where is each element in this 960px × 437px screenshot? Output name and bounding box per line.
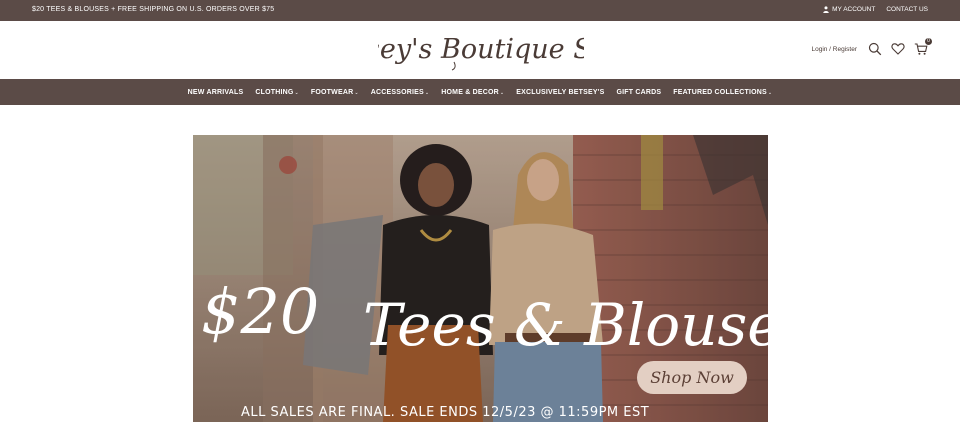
hero-banner[interactable]: $20 Tees & Blouses Shop Now ALL SALES AR… — [193, 135, 768, 422]
nav-item-label: FOOTWEAR — [310, 88, 354, 96]
topbar-links: MY ACCOUNT CONTACT US — [823, 6, 928, 13]
banner-image: $20 Tees & Blouses Shop Now ALL SALES AR… — [193, 135, 768, 422]
shop-now-label: Shop Now — [650, 368, 734, 387]
nav-item-label: NEW ARRIVALS — [187, 88, 244, 96]
shop-now-button[interactable]: Shop Now — [637, 361, 747, 394]
nav-item-label: FEATURED COLLECTIONS — [673, 88, 767, 96]
nav-item-label: HOME & DECOR — [441, 88, 499, 96]
contact-us-link[interactable]: CONTACT US — [886, 6, 928, 13]
nav-item-footwear[interactable]: FOOTWEAR⌄ — [311, 89, 359, 96]
sale-terms-text: ALL SALES ARE FINAL. SALE ENDS 12/5/23 @… — [241, 405, 649, 420]
headline-price: $20 — [201, 275, 319, 348]
site-header: Betsey's Boutique Shop Login / Register … — [0, 21, 960, 79]
nav-item-accessories[interactable]: ACCESSORIES⌄ — [371, 89, 430, 96]
main-navigation: NEW ARRIVALS CLOTHING⌄ FOOTWEAR⌄ ACCESSORIE… — [0, 79, 960, 105]
my-account-label: MY ACCOUNT — [832, 6, 876, 13]
login-register-link[interactable]: Login / Register — [811, 46, 857, 53]
nav-item-label: EXCLUSIVELY BETSEY'S — [516, 88, 605, 96]
chevron-down-icon: ⌄ — [354, 89, 359, 96]
announcement-bar: $20 TEES & BLOUSES + FREE SHIPPING ON U.… — [0, 0, 960, 21]
nav-item-label: ACCESSORIES — [370, 88, 424, 96]
search-icon[interactable] — [868, 42, 882, 56]
nav-item-home-decor[interactable]: HOME & DECOR⌄ — [441, 89, 504, 96]
nav-item-exclusively-betsey-s[interactable]: EXCLUSIVELY BETSEY'S — [516, 89, 604, 96]
chevron-down-icon: ⌄ — [424, 89, 430, 96]
nav-item-label: CLOTHING — [255, 88, 294, 96]
cart-icon[interactable]: 0 — [914, 38, 932, 56]
nav-item-clothing[interactable]: CLOTHING⌄ — [255, 89, 299, 96]
nav-list: NEW ARRIVALS CLOTHING⌄ FOOTWEAR⌄ ACCESSORIE… — [0, 79, 960, 105]
site-logo[interactable]: Betsey's Boutique Shop — [318, 27, 643, 71]
headline-text: Tees & Blouses — [363, 291, 768, 359]
nav-item-featured-collections[interactable]: FEATURED COLLECTIONS⌄ — [673, 89, 772, 96]
wishlist-heart-icon[interactable] — [891, 42, 905, 56]
chevron-down-icon: ⌄ — [499, 89, 505, 96]
my-account-link[interactable]: MY ACCOUNT — [823, 6, 875, 13]
promo-text: $20 TEES & BLOUSES + FREE SHIPPING ON U.… — [32, 6, 275, 13]
header-tools: Login / Register 0 — [811, 38, 932, 56]
cart-count-badge: 0 — [925, 38, 932, 45]
nav-item-new-arrivals[interactable]: NEW ARRIVALS — [188, 89, 244, 96]
chevron-down-icon: ⌄ — [294, 89, 299, 96]
logo-text: Betsey's Boutique Shop — [378, 34, 584, 65]
nav-item-label: GIFT CARDS — [616, 88, 662, 96]
user-icon — [823, 6, 829, 13]
chevron-down-icon: ⌄ — [767, 89, 773, 96]
nav-item-gift-cards[interactable]: GIFT CARDS — [616, 89, 661, 96]
